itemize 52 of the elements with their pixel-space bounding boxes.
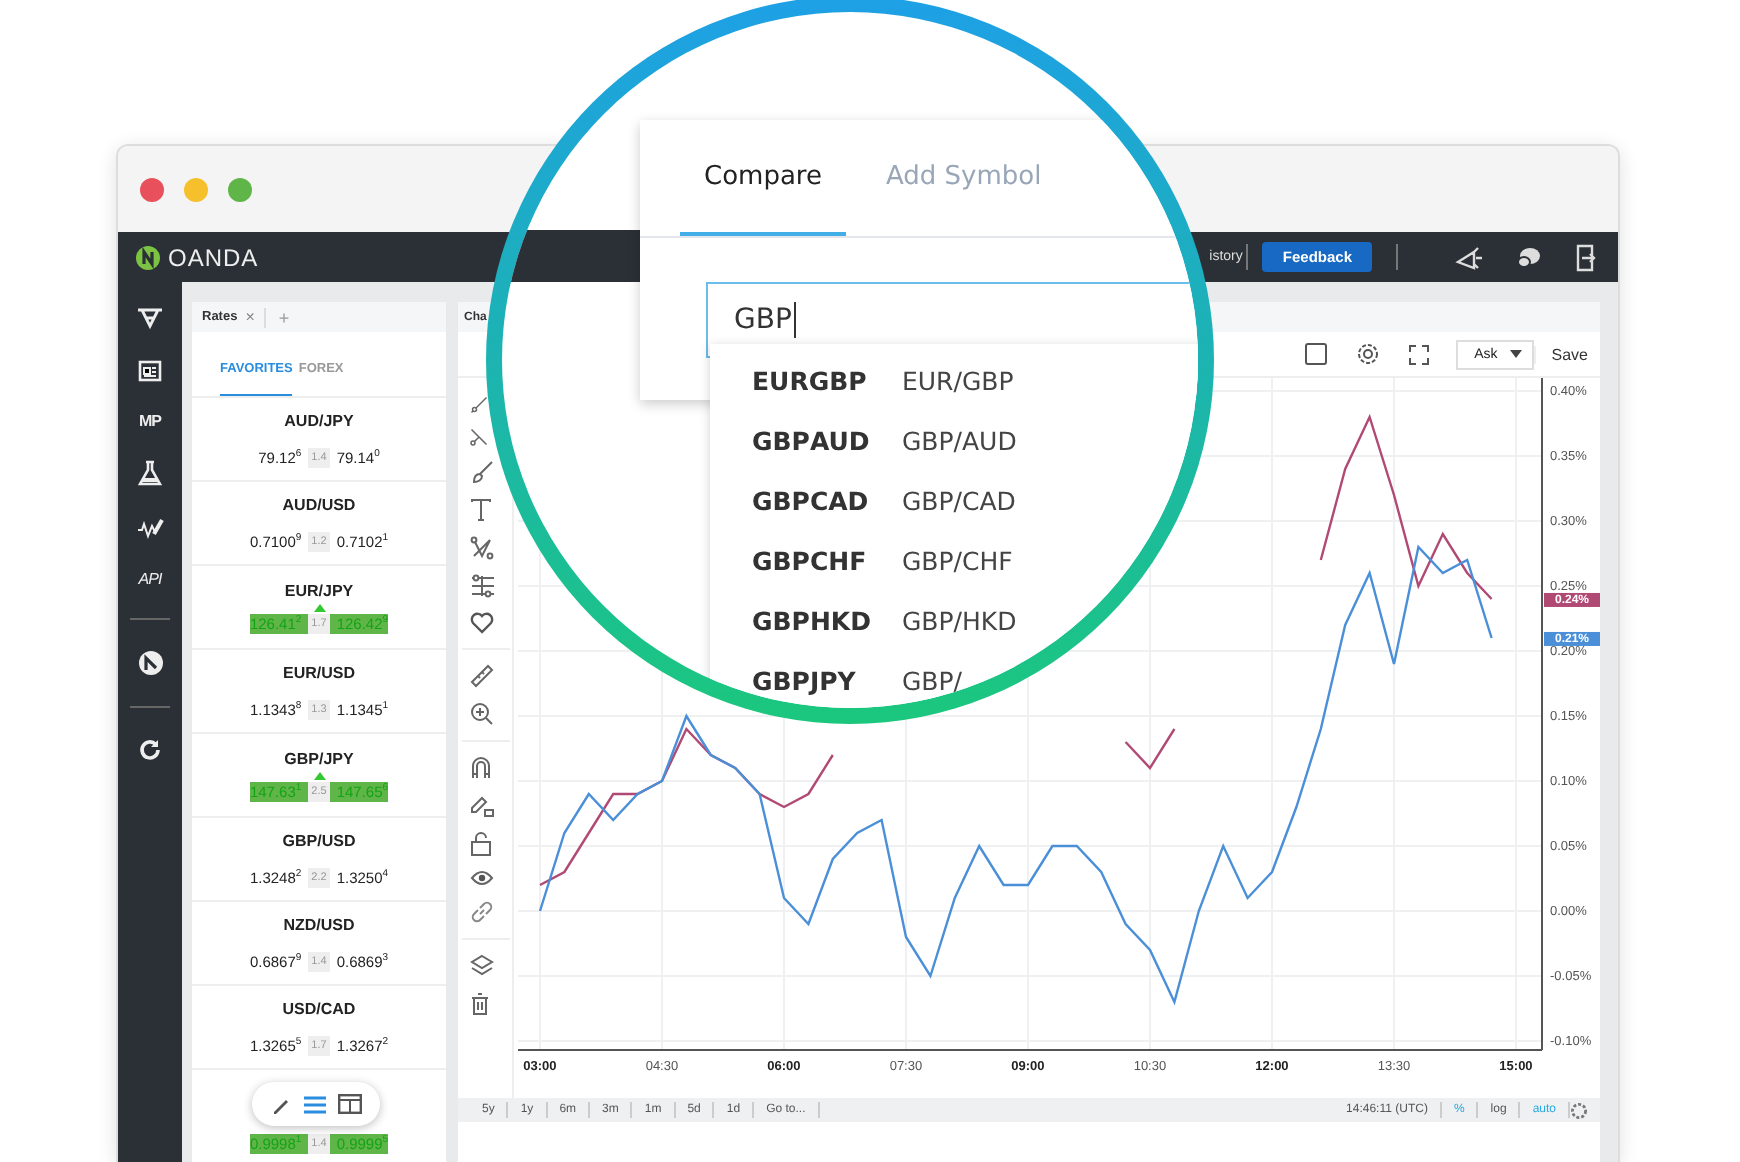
currency-pair[interactable]: EUR/USD [282, 663, 355, 681]
symbol-option[interactable]: GBPHKD GBP/HKD [710, 590, 1198, 650]
fork-tool-icon[interactable] [470, 428, 488, 446]
sliders-icon[interactable] [470, 574, 496, 598]
mp-menu-item[interactable]: MP [139, 412, 161, 430]
dialog-tab[interactable]: Compare [680, 120, 846, 236]
trash-icon[interactable] [470, 992, 490, 1016]
flask-icon[interactable] [138, 460, 162, 486]
layers-icon[interactable] [470, 954, 494, 978]
eye-icon[interactable] [470, 870, 494, 886]
currency-pair[interactable]: GBP/USD [282, 831, 356, 849]
logout-icon[interactable] [1574, 243, 1598, 271]
currency-pair[interactable]: NZD/USD [283, 915, 355, 933]
symbol-option[interactable]: GBPJPY GBP/ [710, 650, 1198, 708]
brand-name: OANDA [168, 243, 259, 271]
news-icon[interactable] [138, 360, 162, 382]
close-window-button[interactable] [140, 177, 164, 201]
currency-pair[interactable]: GBP/JPY [284, 749, 354, 767]
api-menu-item[interactable]: API [138, 570, 162, 588]
pattern-tool-icon[interactable] [470, 536, 494, 560]
pencil-lock-icon[interactable] [470, 794, 494, 818]
heart-icon[interactable] [470, 612, 494, 634]
line-tool-icon[interactable] [470, 396, 488, 414]
megaphone-icon[interactable] [1454, 245, 1482, 269]
currency-pair[interactable]: EUR/JPY [284, 581, 354, 599]
list-icon[interactable] [304, 1093, 326, 1115]
magnet-icon[interactable] [470, 756, 492, 780]
chat-bubble-icon[interactable] [1514, 245, 1542, 269]
refresh-icon[interactable] [138, 738, 162, 762]
symbol-option[interactable]: GBPCAD GBP/CAD [710, 470, 1198, 530]
ruler-icon[interactable] [470, 664, 494, 688]
text-tool-icon[interactable] [470, 498, 492, 522]
unlock-icon[interactable] [470, 832, 492, 856]
fullscreen-icon[interactable] [1408, 343, 1431, 365]
symbol-option[interactable]: GBPCHF GBP/CHF [710, 530, 1198, 590]
brush-icon[interactable] [470, 460, 494, 484]
zoom-in-icon[interactable] [470, 702, 494, 726]
link-icon[interactable] [470, 900, 494, 924]
circle-logo-icon[interactable] [137, 650, 163, 676]
signal-pen-icon[interactable] [136, 516, 164, 540]
logo-icon [136, 245, 160, 269]
settings-icon[interactable] [1356, 342, 1381, 366]
text-cursor [793, 302, 796, 338]
currency-pair[interactable]: USD/CAD [282, 999, 356, 1017]
symbol-option[interactable]: GBPAUD GBP/AUD [710, 410, 1198, 470]
currency-pair[interactable]: AUD/JPY [284, 411, 354, 429]
caret-icon [1509, 350, 1522, 358]
square-icon[interactable] [1304, 342, 1329, 366]
save-button[interactable]: Save [1533, 345, 1600, 363]
currency-pair[interactable]: AUD/USD [282, 495, 356, 513]
columns-icon[interactable] [338, 1094, 362, 1114]
settings-icon[interactable] [1570, 1101, 1588, 1119]
